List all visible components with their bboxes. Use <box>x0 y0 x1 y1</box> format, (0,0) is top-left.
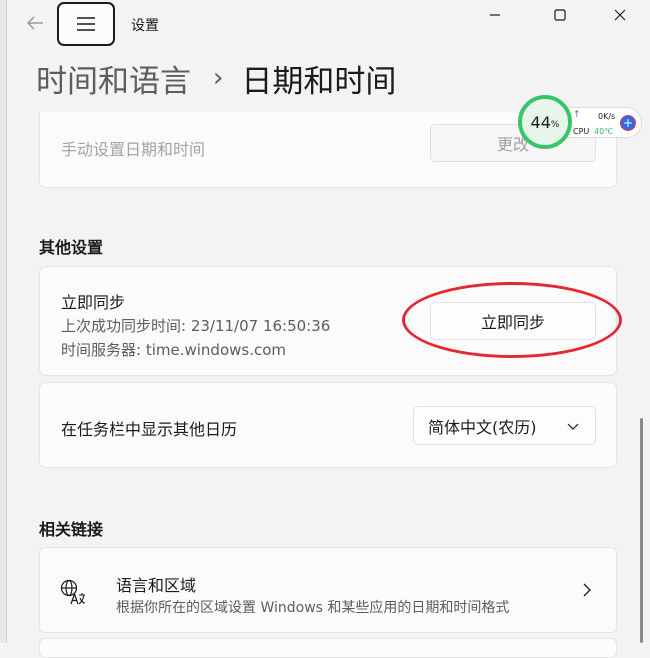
back-button[interactable] <box>20 8 50 38</box>
breadcrumb-parent-link[interactable]: 时间和语言 <box>36 56 191 101</box>
language-region-title: 语言和区域 <box>116 576 197 595</box>
calendar-select[interactable]: 简体中文(农历) <box>413 406 596 445</box>
monitor-plus-button[interactable]: + <box>620 115 636 131</box>
breadcrumb-separator: › <box>213 63 224 93</box>
close-button[interactable] <box>597 0 643 30</box>
usage-value: 44 <box>530 112 551 132</box>
title-bar: 设置 <box>0 0 650 50</box>
language-icon <box>60 579 86 605</box>
background-window-strip <box>0 0 7 643</box>
other-settings-heading: 其他设置 <box>39 238 104 257</box>
taskbar-calendar-label: 在任务栏中显示其他日历 <box>61 420 238 439</box>
app-title: 设置 <box>131 18 159 34</box>
usage-gauge: 44 % <box>518 95 572 149</box>
back-arrow-icon <box>26 16 43 30</box>
next-card-peek <box>39 638 617 658</box>
upload-arrow-icon: ↑ <box>573 110 581 120</box>
network-speed: 0K/s <box>598 112 616 121</box>
language-region-link[interactable]: 语言和区域 根据你所在的区域设置 Windows 和某些应用的日期和时间格式 <box>39 547 617 633</box>
highlight-annotation-ellipse <box>402 282 622 358</box>
sync-title: 立即同步 <box>61 293 126 312</box>
minimize-button[interactable] <box>472 0 518 30</box>
language-region-description: 根据你所在的区域设置 Windows 和某些应用的日期和时间格式 <box>116 600 510 616</box>
last-sync-time: 上次成功同步时间: 23/11/07 16:50:36 <box>61 317 331 335</box>
hamburger-icon <box>77 17 95 31</box>
calendar-select-value: 简体中文(农历) <box>428 417 537 437</box>
maximize-button[interactable] <box>537 0 583 30</box>
time-server: 时间服务器: time.windows.com <box>61 341 287 359</box>
system-monitor-widget[interactable]: 44 % ↑ 0K/s CPU 40℃ + <box>518 95 642 151</box>
close-icon <box>614 9 626 21</box>
related-links-heading: 相关链接 <box>39 520 104 539</box>
scrollbar-thumb[interactable] <box>640 418 643 643</box>
cpu-label: CPU <box>573 127 590 136</box>
usage-unit: % <box>550 119 560 130</box>
maximize-icon <box>554 9 566 21</box>
page-title: 日期和时间 <box>241 63 397 100</box>
manual-time-label: 手动设置日期和时间 <box>61 140 206 159</box>
cpu-temperature: 40℃ <box>594 127 614 136</box>
chevron-right-icon <box>583 583 591 597</box>
minimize-icon <box>490 14 500 16</box>
navigation-menu-button[interactable] <box>57 2 115 46</box>
taskbar-calendar-card: 在任务栏中显示其他日历 简体中文(农历) <box>39 382 617 468</box>
breadcrumb: 时间和语言 › 日期和时间 <box>36 56 396 100</box>
chevron-down-icon <box>567 423 579 430</box>
